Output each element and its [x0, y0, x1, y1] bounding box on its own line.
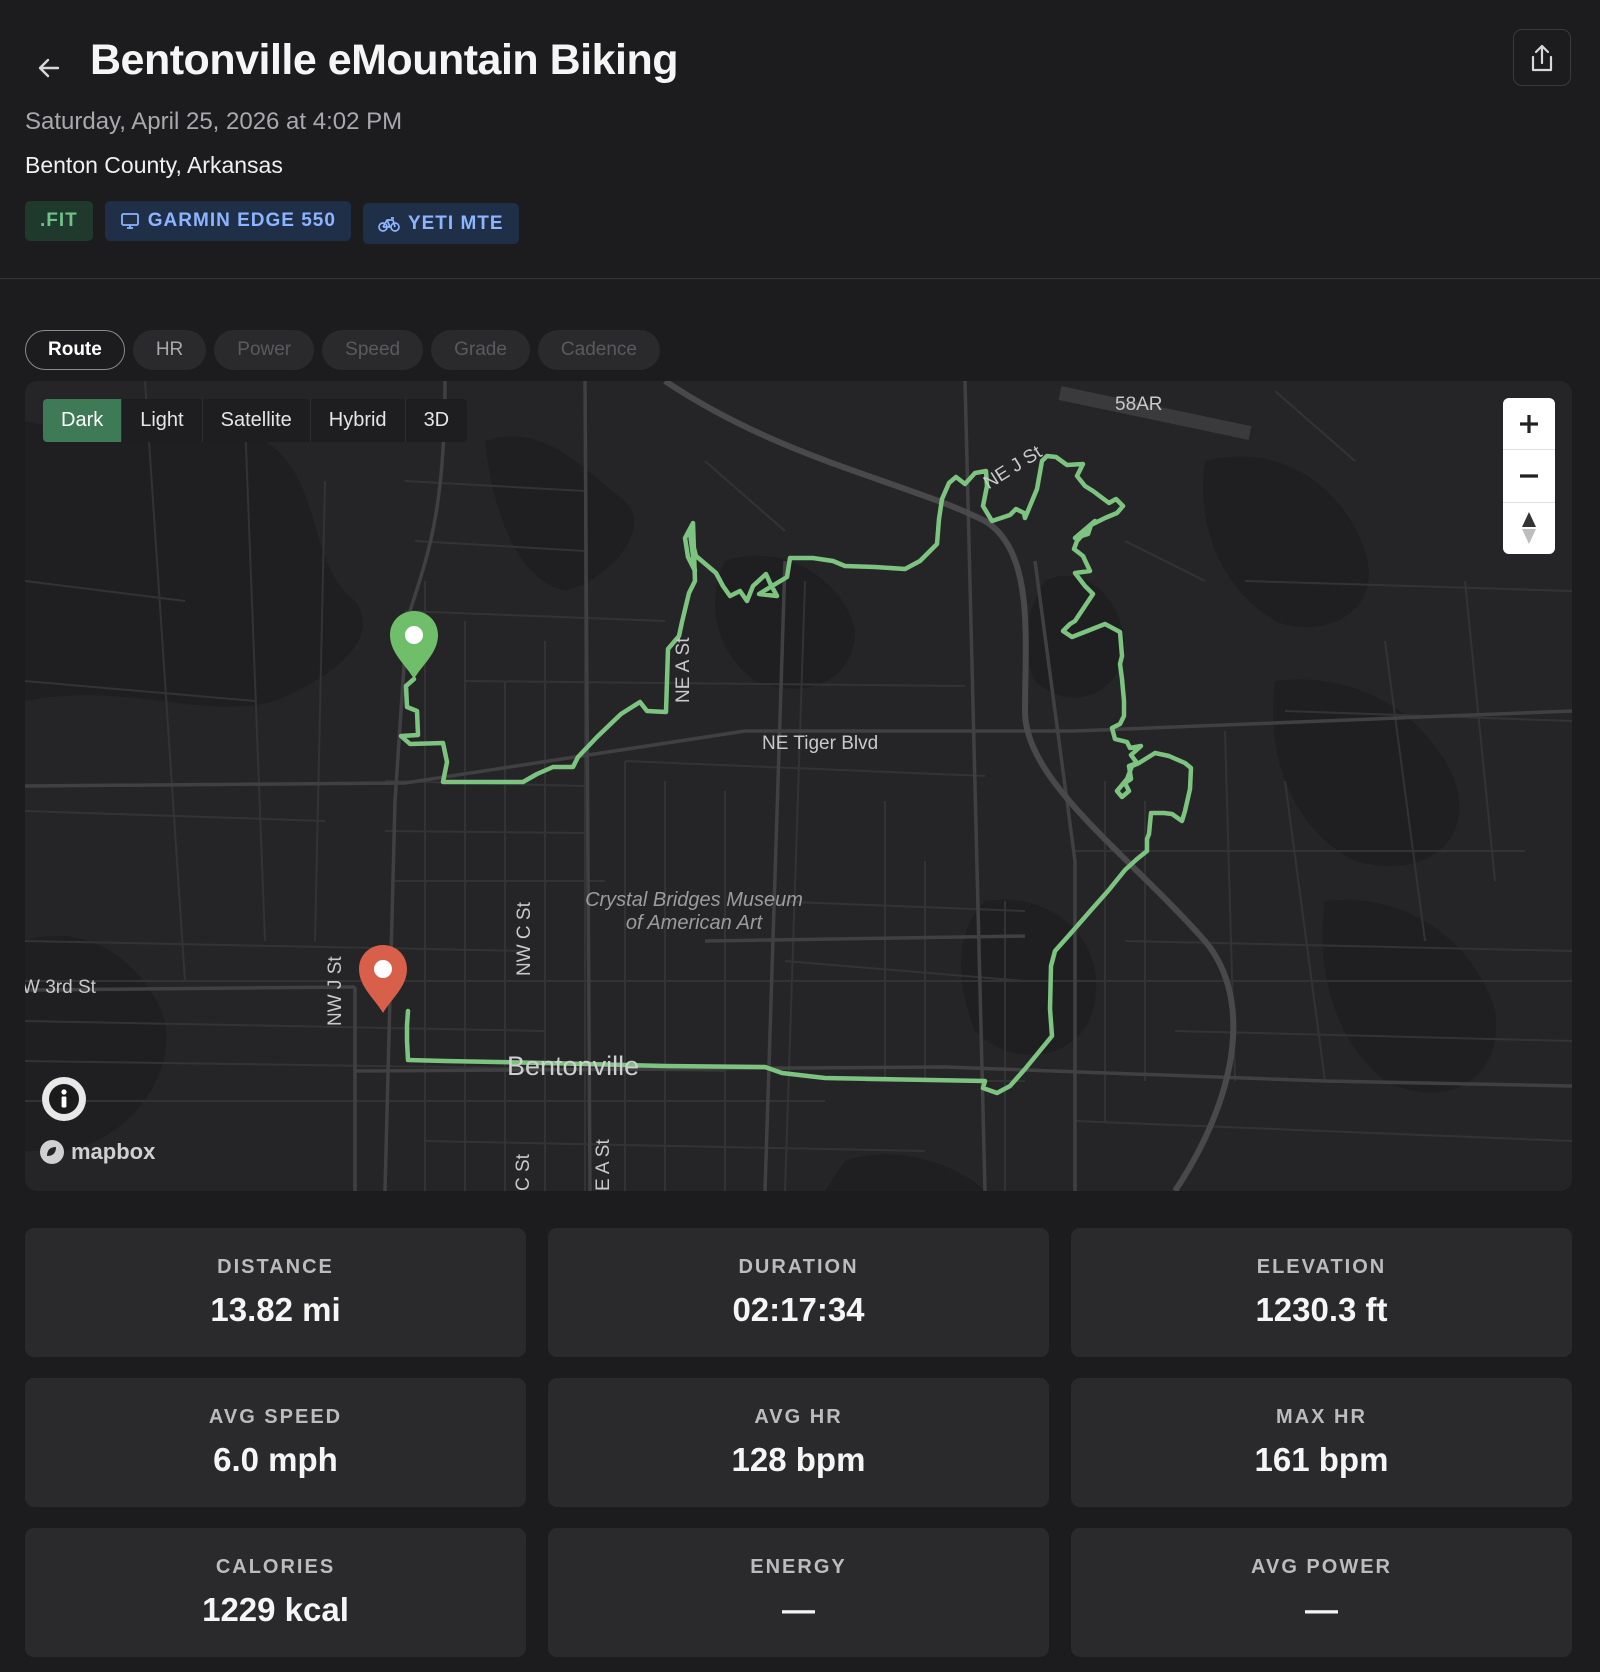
tab-grade[interactable]: Grade: [431, 330, 530, 370]
plus-icon: [1520, 414, 1538, 433]
bike-badge: YETI MTE: [362, 203, 519, 244]
activity-header: Bentonville eMountain Biking Saturday, A…: [0, 0, 1600, 279]
zoom-out-button[interactable]: [1503, 450, 1555, 503]
back-button[interactable]: [31, 50, 67, 86]
device-badge: GARMIN EDGE 550: [104, 201, 351, 241]
label-w-3rd-st: W 3rd St: [25, 977, 96, 998]
file-type-label: .FIT: [40, 210, 78, 231]
stat-card-calories: CALORIES 1229 kcal: [25, 1528, 526, 1657]
label-museum-line2: of American Art: [625, 912, 763, 934]
map-style-3d[interactable]: 3D: [406, 399, 468, 442]
stat-card-energy: ENERGY —: [548, 1528, 1049, 1657]
stat-label: CALORIES: [215, 1556, 336, 1578]
label-a-st-bottom: E A St: [593, 1139, 614, 1191]
map-style-satellite[interactable]: Satellite: [203, 399, 311, 442]
stats-grid: DISTANCE 13.82 mi DURATION 02:17:34 ELEV…: [25, 1228, 1572, 1657]
page-title: Bentonville eMountain Biking: [90, 36, 679, 84]
tab-cadence[interactable]: Cadence: [537, 330, 660, 370]
device-icon: [120, 213, 139, 229]
stat-label: MAX HR: [1276, 1406, 1367, 1428]
stat-label: AVG HR: [754, 1406, 843, 1428]
label-c-st-bottom: C St: [513, 1154, 534, 1191]
stat-label: DISTANCE: [217, 1256, 334, 1278]
bike-label: YETI MTE: [407, 212, 504, 234]
badge-row: .FIT GARMIN EDGE 550 YETI MTE: [25, 201, 519, 244]
stat-card-elevation: ELEVATION 1230.3 ft: [1071, 1228, 1572, 1357]
label-museum-line1: Crystal Bridges Museum: [585, 889, 803, 911]
stat-value: 1230.3 ft: [1255, 1291, 1388, 1328]
map-style-light[interactable]: Light: [122, 399, 203, 442]
stat-card-max-hr: MAX HR 161 bpm: [1071, 1378, 1572, 1507]
map-canvas: [25, 381, 1572, 1191]
stat-card-avg-power: AVG POWER —: [1071, 1528, 1572, 1657]
map-style-switcher: Dark Light Satellite Hybrid 3D: [43, 399, 468, 442]
stat-card-duration: DURATION 02:17:34: [548, 1228, 1049, 1357]
start-marker[interactable]: [390, 611, 438, 679]
label-museum: Crystal Bridges Museum of American Art: [560, 889, 828, 935]
chart-tabs: Route HR Power Speed Grade Cadence: [25, 330, 660, 370]
device-label: GARMIN EDGE 550: [147, 210, 336, 231]
stat-value: 13.82 mi: [210, 1291, 341, 1328]
map-style-hybrid[interactable]: Hybrid: [311, 399, 406, 442]
stat-value: 6.0 mph: [213, 1441, 338, 1478]
arrow-left-icon: [38, 58, 60, 78]
end-marker[interactable]: [359, 945, 407, 1013]
mapbox-icon: [40, 1140, 64, 1164]
label-ne-a-st: NE A St: [673, 637, 694, 703]
minus-icon: [1520, 474, 1538, 478]
label-ne-tiger-blvd: NE Tiger Blvd: [762, 733, 879, 754]
stat-value: 161 bpm: [1254, 1441, 1389, 1478]
label-highway: 58AR: [1115, 394, 1163, 415]
share-icon: [1531, 44, 1553, 71]
map-info-button[interactable]: [42, 1077, 86, 1121]
stat-label: ELEVATION: [1256, 1256, 1387, 1278]
bike-icon: [378, 216, 400, 232]
tab-speed[interactable]: Speed: [322, 330, 424, 370]
activity-datetime: Saturday, April 25, 2026 at 4:02 PM: [25, 108, 403, 135]
compass-button[interactable]: [1503, 503, 1555, 554]
stat-value: —: [1305, 1591, 1338, 1628]
label-nw-j-st: NW J St: [325, 956, 346, 1026]
activity-location: Benton County, Arkansas: [25, 152, 283, 178]
stat-value: 1229 kcal: [202, 1591, 349, 1628]
tab-power[interactable]: Power: [214, 330, 315, 370]
terrain-patches: [25, 421, 1497, 1191]
stat-label: AVG POWER: [1251, 1556, 1392, 1578]
route-map[interactable]: 58AR NE J St NE A St NE Tiger Blvd Cryst…: [25, 381, 1572, 1191]
compass-icon: [1522, 512, 1536, 545]
mapbox-wordmark: mapbox: [71, 1139, 156, 1164]
stat-value: —: [782, 1591, 815, 1628]
stat-card-avg-speed: AVG SPEED 6.0 mph: [25, 1378, 526, 1507]
stat-label: ENERGY: [750, 1556, 847, 1578]
mapbox-logo: mapbox: [39, 1139, 155, 1165]
stat-value: 02:17:34: [732, 1291, 865, 1328]
map-style-dark[interactable]: Dark: [43, 399, 123, 442]
info-icon: [49, 1084, 79, 1114]
label-city: Bentonville: [507, 1051, 640, 1081]
file-type-badge: .FIT: [25, 201, 93, 241]
map-zoom-controls: [1503, 398, 1555, 554]
share-button[interactable]: [1513, 29, 1571, 86]
stat-label: AVG SPEED: [208, 1406, 343, 1428]
tab-hr[interactable]: HR: [132, 330, 207, 370]
label-nw-c-st: NW C St: [514, 902, 535, 976]
stat-label: DURATION: [738, 1256, 859, 1278]
stat-card-distance: DISTANCE 13.82 mi: [25, 1228, 526, 1357]
tab-route[interactable]: Route: [25, 330, 125, 370]
stat-card-avg-hr: AVG HR 128 bpm: [548, 1378, 1049, 1507]
stat-value: 128 bpm: [731, 1441, 866, 1478]
zoom-in-button[interactable]: [1503, 398, 1555, 451]
